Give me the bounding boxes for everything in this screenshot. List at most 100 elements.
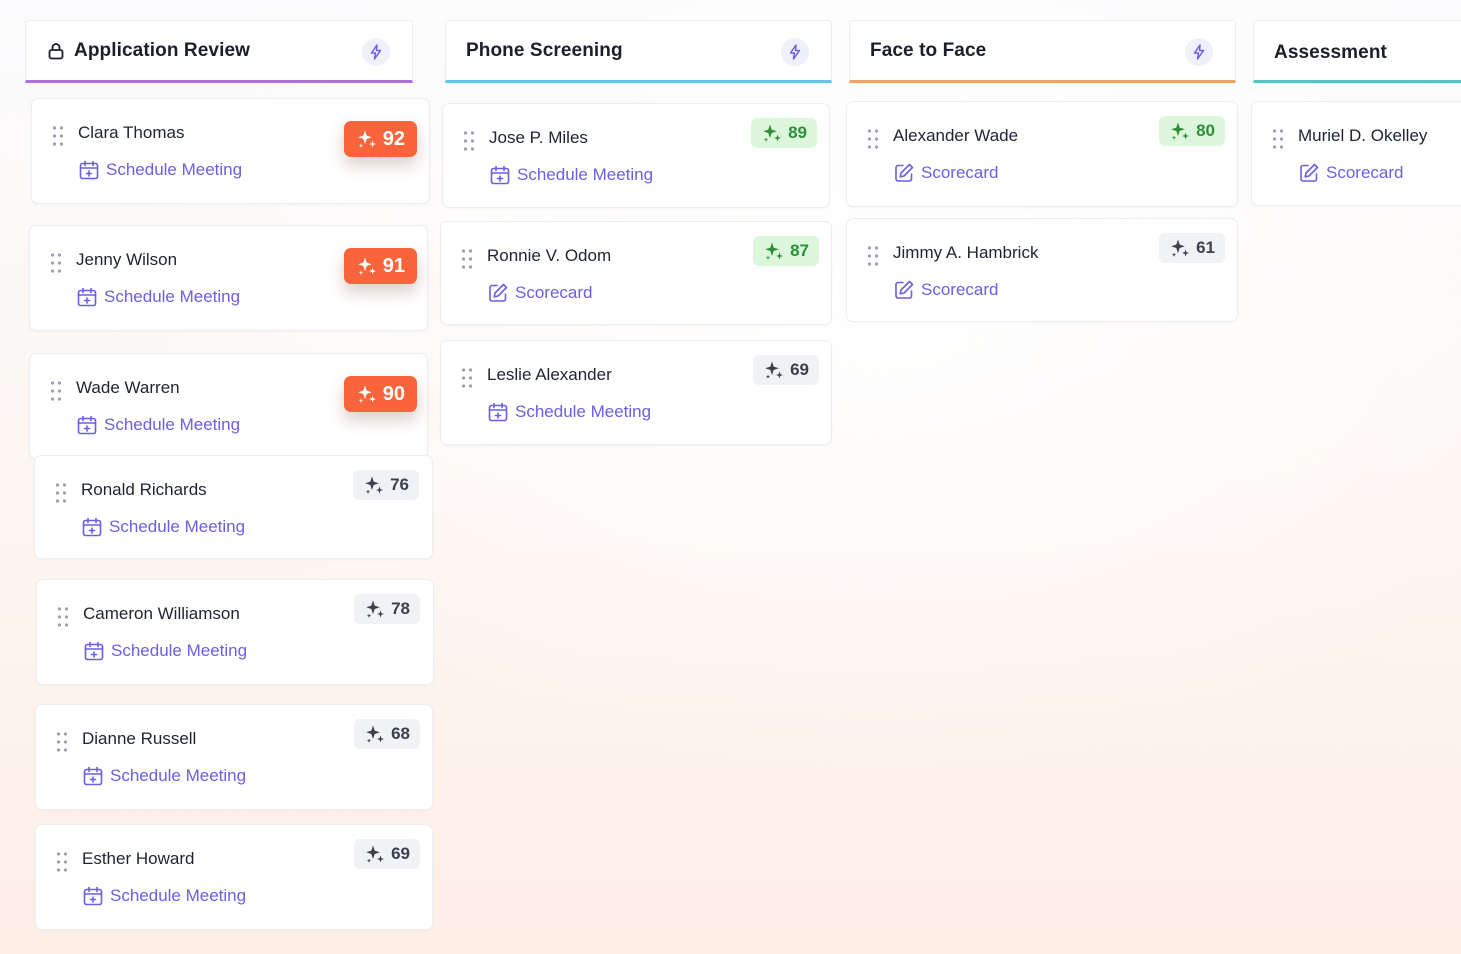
drag-handle-icon[interactable] <box>56 851 68 873</box>
edit-icon <box>893 162 915 184</box>
drag-handle-icon[interactable] <box>50 252 62 274</box>
candidate-card[interactable]: Jenny Wilson Schedule Meeting 91 <box>29 225 428 331</box>
candidate-name: Ronnie V. Odom <box>487 246 612 265</box>
action-label: Schedule Meeting <box>110 886 247 905</box>
score-value: 89 <box>788 123 807 142</box>
match-score-badge: 89 <box>751 118 817 148</box>
lightning-icon[interactable] <box>362 38 390 66</box>
column-header-assessment: Assessment <box>1253 20 1461 83</box>
sparkle-icon <box>356 128 378 150</box>
edit-icon <box>487 282 509 304</box>
schedule-meeting-link[interactable]: Schedule Meeting <box>83 640 247 662</box>
column-title: Application Review <box>74 39 251 61</box>
candidate-card[interactable]: Clara Thomas Schedule Meeting 92 <box>31 98 430 204</box>
match-score-badge: 91 <box>343 248 417 284</box>
action-label: Scorecard <box>921 280 999 299</box>
match-score-badge: 92 <box>343 121 417 157</box>
sparkle-icon <box>1169 237 1191 259</box>
schedule-meeting-link[interactable]: Schedule Meeting <box>78 159 242 181</box>
schedule-meeting-link[interactable]: Schedule Meeting <box>76 414 240 436</box>
candidate-card[interactable]: Esther Howard Schedule Meeting 69 <box>35 824 433 930</box>
match-score-badge: 78 <box>354 594 420 624</box>
drag-handle-icon[interactable] <box>461 367 473 389</box>
drag-handle-icon[interactable] <box>867 128 879 150</box>
drag-handle-icon[interactable] <box>56 731 68 753</box>
drag-handle-icon[interactable] <box>55 482 67 504</box>
match-score-badge: 69 <box>753 355 819 385</box>
sparkle-icon <box>363 474 385 496</box>
action-label: Schedule Meeting <box>515 402 652 421</box>
schedule-meeting-link[interactable]: Schedule Meeting <box>487 401 651 423</box>
schedule-meeting-link[interactable]: Schedule Meeting <box>489 164 653 186</box>
sparkle-icon <box>364 598 386 620</box>
candidate-name: Muriel D. Okelley <box>1298 126 1428 145</box>
drag-handle-icon[interactable] <box>52 125 64 147</box>
candidate-card[interactable]: Muriel D. Okelley Scorecard <box>1251 101 1461 206</box>
candidate-name: Jose P. Miles <box>489 128 588 147</box>
action-label: Scorecard <box>1326 163 1404 182</box>
column-title: Face to Face <box>870 39 987 61</box>
action-label: Scorecard <box>921 163 999 182</box>
scorecard-link[interactable]: Scorecard <box>893 279 998 301</box>
column-title: Assessment <box>1274 41 1387 63</box>
calendar-plus-icon <box>76 414 98 436</box>
calendar-plus-icon <box>83 640 105 662</box>
candidate-card[interactable]: Dianne Russell Schedule Meeting 68 <box>35 704 433 810</box>
schedule-meeting-link[interactable]: Schedule Meeting <box>82 885 246 907</box>
score-value: 68 <box>391 724 410 743</box>
sparkle-icon <box>763 359 785 381</box>
calendar-plus-icon <box>76 286 98 308</box>
match-score-badge: 87 <box>753 236 819 266</box>
match-score-badge: 68 <box>354 719 420 749</box>
drag-handle-icon[interactable] <box>50 380 62 402</box>
calendar-plus-icon <box>489 164 511 186</box>
drag-handle-icon[interactable] <box>1272 128 1284 150</box>
candidate-card[interactable]: Ronald Richards Schedule Meeting 76 <box>34 455 433 559</box>
candidate-name: Jenny Wilson <box>76 250 178 269</box>
sparkle-icon <box>761 122 783 144</box>
drag-handle-icon[interactable] <box>867 245 879 267</box>
candidate-card[interactable]: Cameron Williamson Schedule Meeting 78 <box>36 579 434 685</box>
match-score-badge: 90 <box>343 376 417 412</box>
candidate-card[interactable]: Ronnie V. Odom Scorecard 87 <box>440 221 832 325</box>
candidate-name: Wade Warren <box>76 378 180 397</box>
calendar-plus-icon <box>82 765 104 787</box>
action-label: Schedule Meeting <box>517 165 654 184</box>
lock-icon <box>46 41 66 61</box>
candidate-card[interactable]: Jimmy A. Hambrick Scorecard 61 <box>846 218 1238 322</box>
schedule-meeting-link[interactable]: Schedule Meeting <box>81 516 245 538</box>
sparkle-icon <box>364 723 386 745</box>
lightning-icon[interactable] <box>781 38 809 66</box>
action-label: Schedule Meeting <box>106 160 243 179</box>
action-label: Schedule Meeting <box>109 517 246 536</box>
drag-handle-icon[interactable] <box>461 248 473 270</box>
calendar-plus-icon <box>487 401 509 423</box>
drag-handle-icon[interactable] <box>463 130 475 152</box>
sparkle-icon <box>763 240 785 262</box>
column-header-face-to-face: Face to Face <box>849 20 1236 83</box>
score-value: 90 <box>382 382 405 405</box>
sparkle-icon <box>356 383 378 405</box>
candidate-card[interactable]: Leslie Alexander Schedule Meeting 69 <box>440 340 832 445</box>
edit-icon <box>1298 162 1320 184</box>
candidate-card[interactable]: Wade Warren Schedule Meeting 90 <box>29 353 428 459</box>
calendar-plus-icon <box>81 516 103 538</box>
action-label: Schedule Meeting <box>111 641 248 660</box>
scorecard-link[interactable]: Scorecard <box>1298 162 1403 184</box>
score-value: 87 <box>790 241 809 260</box>
scorecard-link[interactable]: Scorecard <box>487 282 592 304</box>
action-label: Scorecard <box>515 283 593 302</box>
candidate-card[interactable]: Alexander Wade Scorecard 80 <box>846 101 1238 207</box>
column-header-application-review: Application Review <box>25 20 413 83</box>
scorecard-link[interactable]: Scorecard <box>893 162 998 184</box>
action-label: Schedule Meeting <box>104 415 241 434</box>
candidate-name: Ronald Richards <box>81 480 207 499</box>
schedule-meeting-link[interactable]: Schedule Meeting <box>76 286 240 308</box>
candidate-name: Leslie Alexander <box>487 365 612 384</box>
lightning-icon[interactable] <box>1185 38 1213 66</box>
schedule-meeting-link[interactable]: Schedule Meeting <box>82 765 246 787</box>
candidate-card[interactable]: Jose P. Miles Schedule Meeting 89 <box>442 103 830 208</box>
score-value: 69 <box>790 360 809 379</box>
drag-handle-icon[interactable] <box>57 606 69 628</box>
column-title: Phone Screening <box>466 39 623 61</box>
